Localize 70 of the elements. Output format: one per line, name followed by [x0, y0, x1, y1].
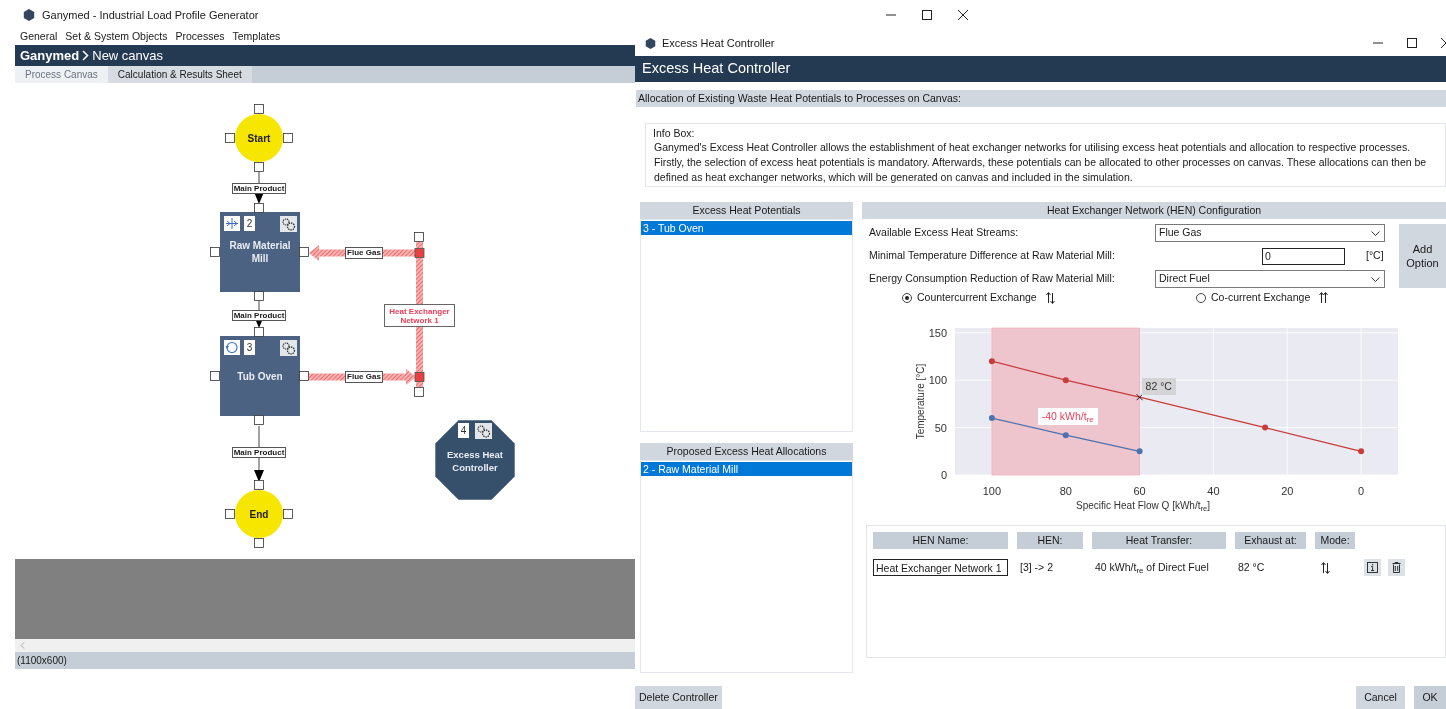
- stream-label: Flue Gas: [345, 371, 383, 383]
- breadcrumb-page: New canvas: [92, 46, 164, 65]
- value-label: -40 kWh/t$_{re}$: [1037, 408, 1098, 426]
- dialog-header: Excess Heat Controller: [642, 59, 791, 79]
- menu-item[interactable]: General: [16, 29, 62, 45]
- axis-tick-label: 0: [1358, 485, 1365, 497]
- dialog-title: Excess Heat Controller: [662, 35, 775, 51]
- table-cell-text: 40 kWh/t$_{re}$ of Direct Fuel: [1094, 559, 1210, 576]
- axis-tick-label: 80: [1059, 485, 1072, 497]
- value-label: 82 °C: [1141, 378, 1176, 396]
- radio-label[interactable]: Co-current Exchange: [1211, 290, 1311, 306]
- table-cell-text: [3] -> 2: [1019, 559, 1054, 575]
- column-header: Heat Transfer:: [1092, 532, 1226, 549]
- node-label: Start: [246, 131, 272, 145]
- node-number: 4: [458, 423, 469, 438]
- section-title: Allocation of Existing Waste Heat Potentials to Processes on Canvas:: [638, 90, 961, 106]
- cancel-button[interactable]: Cancel: [1356, 686, 1405, 709]
- axis-tick-label: 20: [1281, 485, 1294, 497]
- column-header: Mode:: [1315, 532, 1355, 549]
- info-box-text: Ganymed's Excess Heat Controller allows the establishment of heat exchanger networks for utilising excess heat potentials and allocation to respective processes. Firstly, the selection of excess heat potentials is mandatory. Afterwards, these potentials can be allocated to other processes on canvas. These allocations can then be defined as heat exchanger networks, which will be generated on canvas and included in the simulation.: [653, 140, 1428, 185]
- radio-label[interactable]: Countercurrent Exchange: [917, 290, 1037, 306]
- stream-label: Flue Gas: [345, 247, 383, 259]
- ok-button[interactable]: OK: [1414, 686, 1446, 709]
- breadcrumb-root[interactable]: Ganymed: [20, 45, 80, 66]
- axis-title: Specific Heat Flow Q [kWh/t$_{re}$]: [1076, 499, 1210, 513]
- panel-header: Heat Exchanger Network (HEN) Configuration: [1046, 202, 1262, 218]
- table-cell-text: 82 °C: [1237, 559, 1266, 575]
- flow-label: Main Product: [232, 310, 286, 321]
- axis-tick-label: 100: [982, 485, 1002, 497]
- dropdown[interactable]: Flue Gas: [1155, 224, 1385, 242]
- axis-tick-label: 0: [940, 469, 947, 481]
- node-label: Excess Heat Controller: [446, 448, 504, 474]
- info-box-title: Info Box:: [653, 126, 696, 140]
- add-option-button[interactable]: Add Option: [1399, 224, 1446, 288]
- unit-label: [°C]: [1366, 248, 1384, 264]
- menu-item[interactable]: Processes: [171, 29, 229, 45]
- column-header: HEN:: [1017, 532, 1083, 549]
- axis-tick-label: 100: [928, 374, 947, 387]
- list-item[interactable]: 3 - Tub Oven: [641, 221, 852, 235]
- field-label: Energy Consumption Reduction of Raw Material Mill:: [868, 271, 1116, 287]
- delete-controller-button[interactable]: Delete Controller: [635, 686, 722, 709]
- node-label: Raw Material Mill: [228, 239, 292, 266]
- column-header: HEN Name:: [873, 532, 1008, 549]
- tab[interactable]: Process Canvas: [15, 66, 108, 83]
- column-header: Exhaust at:: [1235, 532, 1306, 549]
- dropdown[interactable]: Direct Fuel: [1155, 270, 1385, 288]
- list-header: Excess Heat Potentials: [692, 202, 801, 218]
- flow-label: Main Product: [232, 447, 286, 458]
- field-label: Available Excess Heat Streams:: [868, 225, 1020, 241]
- name-input[interactable]: Heat Exchanger Network 1: [873, 559, 1008, 576]
- axis-tick-label: 50: [934, 421, 947, 434]
- axis-title: Temperature [°C]: [913, 362, 927, 442]
- node-label: End: [248, 507, 270, 521]
- node-number: 3: [244, 340, 255, 355]
- axis-tick-label: 150: [928, 326, 947, 339]
- number-input[interactable]: 0: [1262, 247, 1345, 265]
- field-label: Minimal Temperature Difference at Raw Material Mill:: [868, 248, 1116, 264]
- list-item[interactable]: 2 - Raw Material Mill: [641, 462, 852, 476]
- menu-item[interactable]: Set & System Objects: [61, 29, 172, 45]
- menu-item[interactable]: Templates: [228, 29, 285, 45]
- axis-tick-label: 60: [1133, 485, 1146, 497]
- network-label[interactable]: Heat Exchanger Network 1: [384, 304, 455, 327]
- window-title: Ganymed - Industrial Load Profile Generator: [42, 7, 259, 23]
- flow-label: Main Product: [232, 183, 286, 194]
- tab[interactable]: Calculation & Results Sheet: [107, 66, 252, 83]
- canvas-size-label: (1100x600): [17, 654, 67, 668]
- axis-tick-label: 40: [1207, 485, 1220, 497]
- node-number: 2: [244, 216, 255, 231]
- list-header: Proposed Excess Heat Allocations: [666, 443, 827, 459]
- node-label: Tub Oven: [236, 369, 284, 384]
